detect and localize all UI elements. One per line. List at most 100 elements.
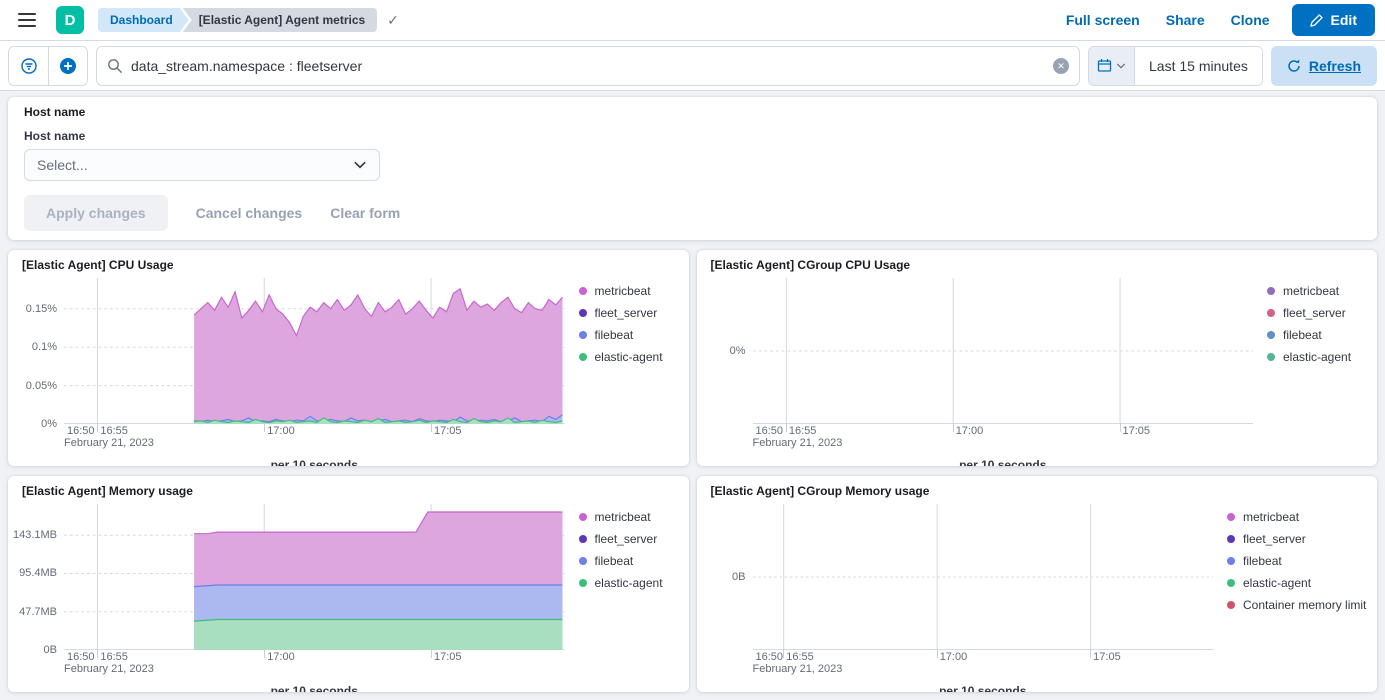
- legend-item[interactable]: elastic-agent: [1267, 350, 1365, 364]
- x-tick-label: 16:55: [97, 651, 128, 663]
- y-tick-label: 0B: [732, 571, 745, 583]
- clear-query-icon[interactable]: ✕: [1053, 58, 1069, 74]
- x-tick-label: 16:50: [64, 425, 95, 437]
- x-tick-label: 17:00: [953, 425, 984, 437]
- cpu-usage-panel: [Elastic Agent] CPU Usage 0.15%0.1%0.05%…: [8, 250, 689, 466]
- search-icon: [107, 58, 123, 74]
- legend-item[interactable]: elastic-agent: [579, 350, 677, 364]
- x-axis-title: per 10 seconds: [753, 458, 1254, 466]
- calendar-icon: [1097, 58, 1112, 73]
- chart-legend: metricbeat fleet_server filebeat elastic-ag…: [565, 278, 677, 424]
- x-axis: 16:5016:5517:0017:05: [753, 650, 1214, 663]
- breadcrumb-dashboard[interactable]: Dashboard: [98, 8, 189, 32]
- x-axis-title: per 10 seconds: [64, 684, 565, 692]
- legend-item[interactable]: metricbeat: [1267, 284, 1365, 298]
- refresh-icon: [1287, 59, 1301, 73]
- legend-item[interactable]: fleet_server: [579, 532, 677, 546]
- x-axis-date: February 21, 2023: [64, 663, 677, 676]
- query-bar: ✕ Last 15 minutes Refresh: [0, 41, 1385, 91]
- legend-dot-icon: [1227, 535, 1235, 543]
- legend-dot-icon: [1227, 513, 1235, 521]
- x-tick-label: 17:05: [1120, 425, 1151, 437]
- x-axis: 16:5016:55 17:00 17:05: [64, 424, 565, 437]
- clear-form-button[interactable]: Clear form: [330, 205, 400, 221]
- legend-item[interactable]: metricbeat: [579, 510, 677, 524]
- chart-legend: metricbeat fleet_server filebeat elastic-ag…: [1213, 504, 1365, 650]
- chart-legend: metricbeat fleet_server filebeat elastic-ag…: [565, 504, 677, 650]
- filter-circle-icon: [20, 57, 38, 75]
- deployment-logo[interactable]: D: [56, 6, 84, 34]
- app-header: D Dashboard [Elastic Agent] Agent metric…: [0, 0, 1385, 41]
- y-axis: 0.15%0.1%0.05%0%: [20, 278, 64, 424]
- legend-dot-icon: [579, 557, 587, 565]
- refresh-button[interactable]: Refresh: [1271, 46, 1377, 86]
- legend-item[interactable]: filebeat: [1267, 328, 1365, 342]
- time-picker: Last 15 minutes: [1088, 46, 1263, 86]
- memory-usage-panel: [Elastic Agent] Memory usage 143.1MB95.4…: [8, 476, 689, 692]
- x-tick-label: 16:50: [753, 651, 784, 663]
- x-tick-label: 16:55: [97, 425, 128, 437]
- legend-dot-icon: [1267, 287, 1275, 295]
- cgroup-cpu-usage-panel: [Elastic Agent] CGroup CPU Usage 0% metr…: [697, 250, 1378, 466]
- x-tick-label: 16:50: [753, 425, 784, 437]
- x-axis: 16:5016:5517:0017:05: [64, 650, 565, 663]
- x-tick-label: 17:05: [431, 651, 462, 663]
- chart-plot-area: [753, 278, 1254, 424]
- share-link[interactable]: Share: [1166, 12, 1205, 28]
- y-tick-label: 143.1MB: [13, 529, 57, 541]
- apply-changes-button[interactable]: Apply changes: [24, 195, 168, 231]
- chart-title: [Elastic Agent] CPU Usage: [22, 258, 675, 272]
- full-screen-link[interactable]: Full screen: [1066, 12, 1140, 28]
- legend-item[interactable]: filebeat: [579, 328, 677, 342]
- x-tick-label: 17:00: [264, 651, 295, 663]
- x-tick-label: 17:00: [264, 425, 295, 437]
- chevron-down-icon: [353, 158, 367, 172]
- clone-link[interactable]: Clone: [1231, 12, 1270, 28]
- legend-dot-icon: [1267, 353, 1275, 361]
- chart-plot-area: [753, 504, 1214, 650]
- y-axis: 0B: [709, 504, 753, 650]
- legend-item[interactable]: metricbeat: [1227, 510, 1365, 524]
- chart-plot-area: [64, 278, 565, 424]
- legend-item[interactable]: fleet_server: [579, 306, 677, 320]
- refresh-button-label: Refresh: [1309, 58, 1361, 74]
- legend-item[interactable]: fleet_server: [1227, 532, 1365, 546]
- host-name-select[interactable]: Select...: [24, 149, 380, 181]
- edit-button-label: Edit: [1331, 12, 1357, 28]
- time-range-button[interactable]: Last 15 minutes: [1135, 47, 1262, 85]
- legend-dot-icon: [579, 309, 587, 317]
- legend-dot-icon: [1227, 579, 1235, 587]
- x-tick-label: 17:00: [937, 651, 968, 663]
- legend-item[interactable]: filebeat: [1227, 554, 1365, 568]
- y-tick-label: 0.05%: [26, 380, 57, 392]
- breadcrumb-current[interactable]: [Elastic Agent] Agent metrics: [183, 8, 377, 32]
- x-tick-label: 16:55: [786, 425, 817, 437]
- control-panel-title: Host name: [24, 105, 1361, 119]
- menu-icon[interactable]: [10, 3, 44, 37]
- host-name-field-label: Host name: [24, 129, 1361, 143]
- legend-item[interactable]: fleet_server: [1267, 306, 1365, 320]
- saved-query-icon-button[interactable]: [9, 47, 48, 85]
- calendar-dropdown-button[interactable]: [1089, 47, 1135, 85]
- legend-dot-icon: [1267, 331, 1275, 339]
- x-tick-label: 16:55: [783, 651, 814, 663]
- legend-item[interactable]: Container memory limit: [1227, 598, 1365, 612]
- y-axis: 143.1MB95.4MB47.7MB0B: [20, 504, 64, 650]
- legend-dot-icon: [1267, 309, 1275, 317]
- add-filter-button[interactable]: [48, 47, 87, 85]
- dashboard-content: Host name Host name Select... Apply chan…: [0, 91, 1385, 700]
- query-input[interactable]: [131, 58, 1045, 74]
- x-tick-label: 17:05: [431, 425, 462, 437]
- chart-title: [Elastic Agent] CGroup Memory usage: [711, 484, 1364, 498]
- chart-title: [Elastic Agent] Memory usage: [22, 484, 675, 498]
- legend-item[interactable]: elastic-agent: [579, 576, 677, 590]
- legend-item[interactable]: elastic-agent: [1227, 576, 1365, 590]
- x-axis-date: February 21, 2023: [753, 663, 1366, 676]
- chart-title: [Elastic Agent] CGroup CPU Usage: [711, 258, 1364, 272]
- legend-item[interactable]: metricbeat: [579, 284, 677, 298]
- edit-button[interactable]: Edit: [1292, 4, 1375, 36]
- legend-item[interactable]: filebeat: [579, 554, 677, 568]
- cancel-changes-button[interactable]: Cancel changes: [196, 205, 303, 221]
- cgroup-memory-usage-panel: [Elastic Agent] CGroup Memory usage 0B m…: [697, 476, 1378, 692]
- y-tick-label: 0B: [44, 644, 57, 656]
